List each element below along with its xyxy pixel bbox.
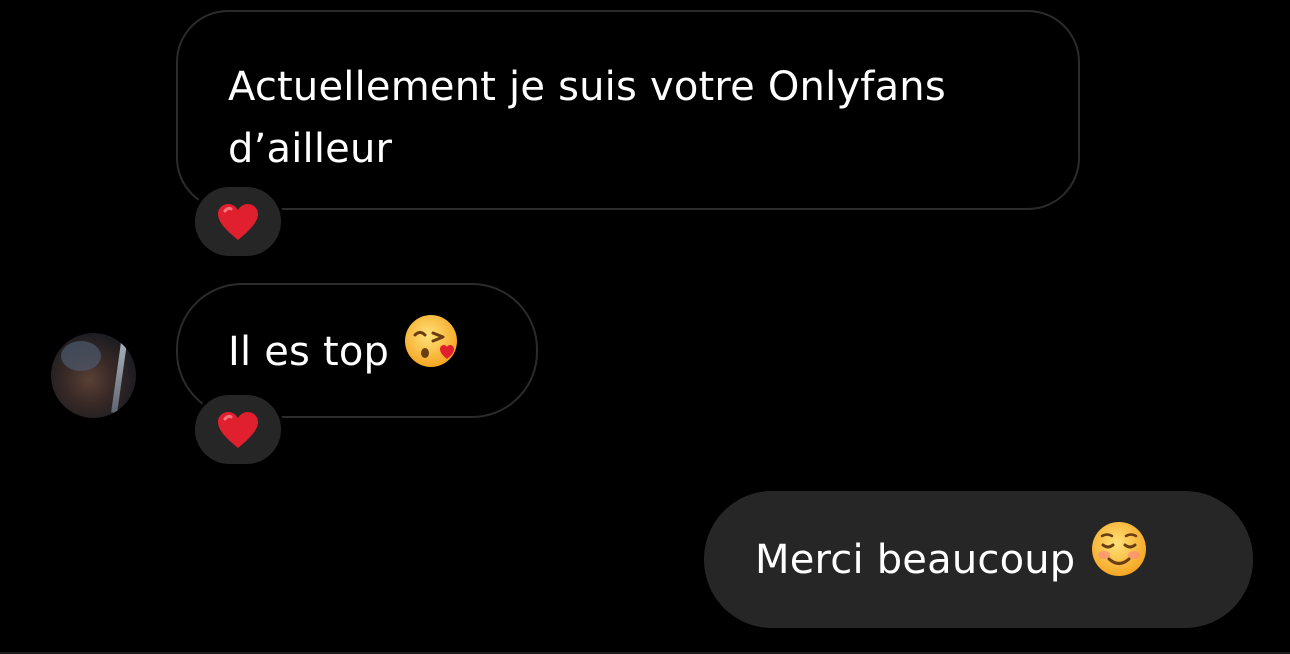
message-text: Il es top xyxy=(228,329,390,375)
reaction-badge[interactable] xyxy=(192,184,284,259)
incoming-message-bubble[interactable]: Actuellement je suis votre Onlyfans d’ai… xyxy=(176,10,1080,210)
avatar-photo-detail xyxy=(61,341,101,371)
sender-avatar[interactable] xyxy=(51,333,136,418)
heart-emoji-icon xyxy=(216,410,260,450)
avatar-photo-detail xyxy=(111,342,127,414)
heart-emoji-icon xyxy=(216,202,260,242)
face-blowing-kiss-emoji-icon xyxy=(403,311,463,389)
outgoing-message-bubble[interactable]: Merci beaucoup xyxy=(704,491,1253,628)
message-text-line: Actuellement je suis votre Onlyfans xyxy=(228,64,946,110)
smiling-face-emoji-icon xyxy=(1089,519,1149,597)
message-text: Merci beaucoup xyxy=(755,537,1076,583)
reaction-badge[interactable] xyxy=(192,392,284,467)
message-text-line: d’ailleur xyxy=(228,126,393,172)
